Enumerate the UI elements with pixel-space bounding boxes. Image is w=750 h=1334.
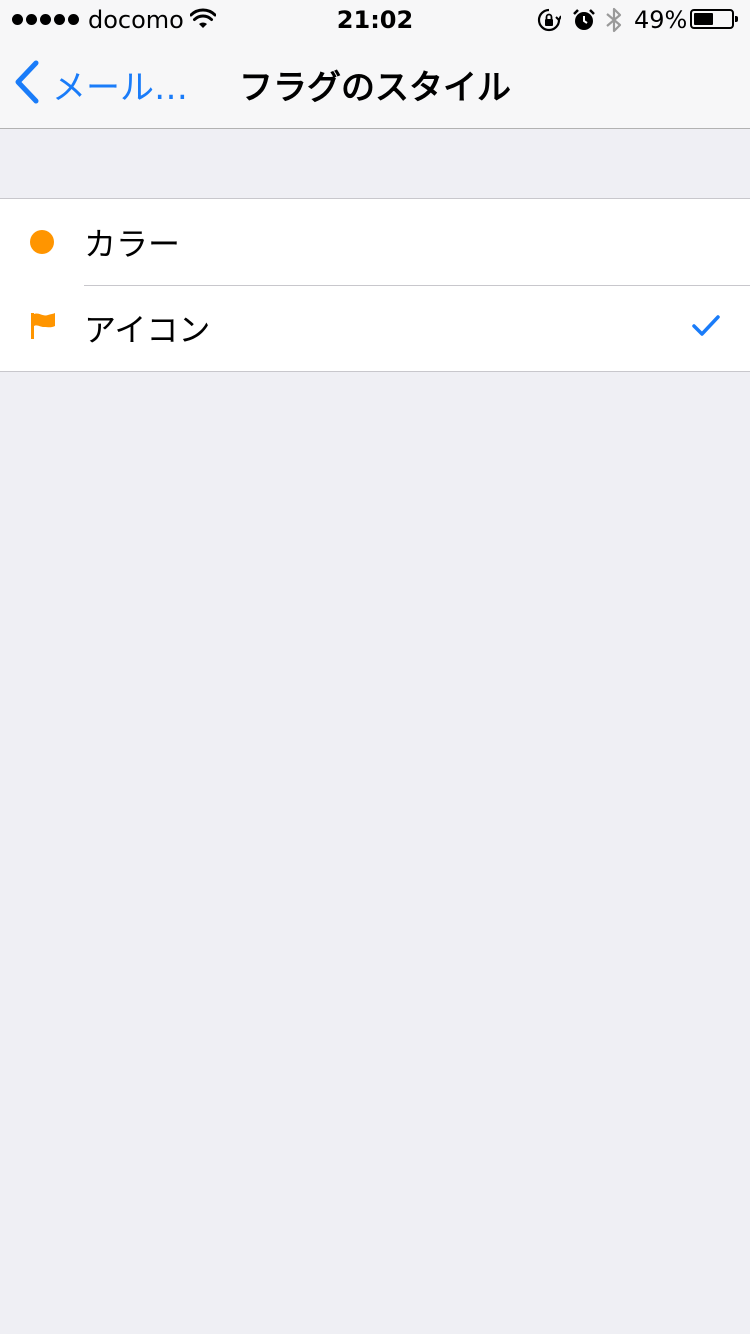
chevron-left-icon: [14, 60, 40, 108]
navigation-bar: メール… フラグのスタイル: [0, 40, 750, 129]
checkmark-icon: [692, 315, 720, 341]
option-label: カラー: [84, 225, 181, 263]
back-button[interactable]: メール…: [14, 40, 188, 128]
status-bar: docomo 21:02 49%: [0, 0, 750, 40]
option-color[interactable]: カラー: [0, 199, 750, 285]
battery-percentage: 49%: [634, 6, 688, 34]
bluetooth-icon: [604, 6, 624, 38]
circle-icon: [30, 230, 54, 254]
flag-icon: [30, 312, 56, 344]
flag-style-list: カラー アイコン: [0, 198, 750, 372]
option-label: アイコン: [84, 311, 211, 349]
alarm-icon: [572, 8, 596, 36]
battery-icon: [690, 9, 738, 29]
back-button-label: メール…: [52, 67, 188, 108]
rotation-lock-icon: [537, 8, 562, 36]
option-icon[interactable]: アイコン: [0, 285, 750, 371]
